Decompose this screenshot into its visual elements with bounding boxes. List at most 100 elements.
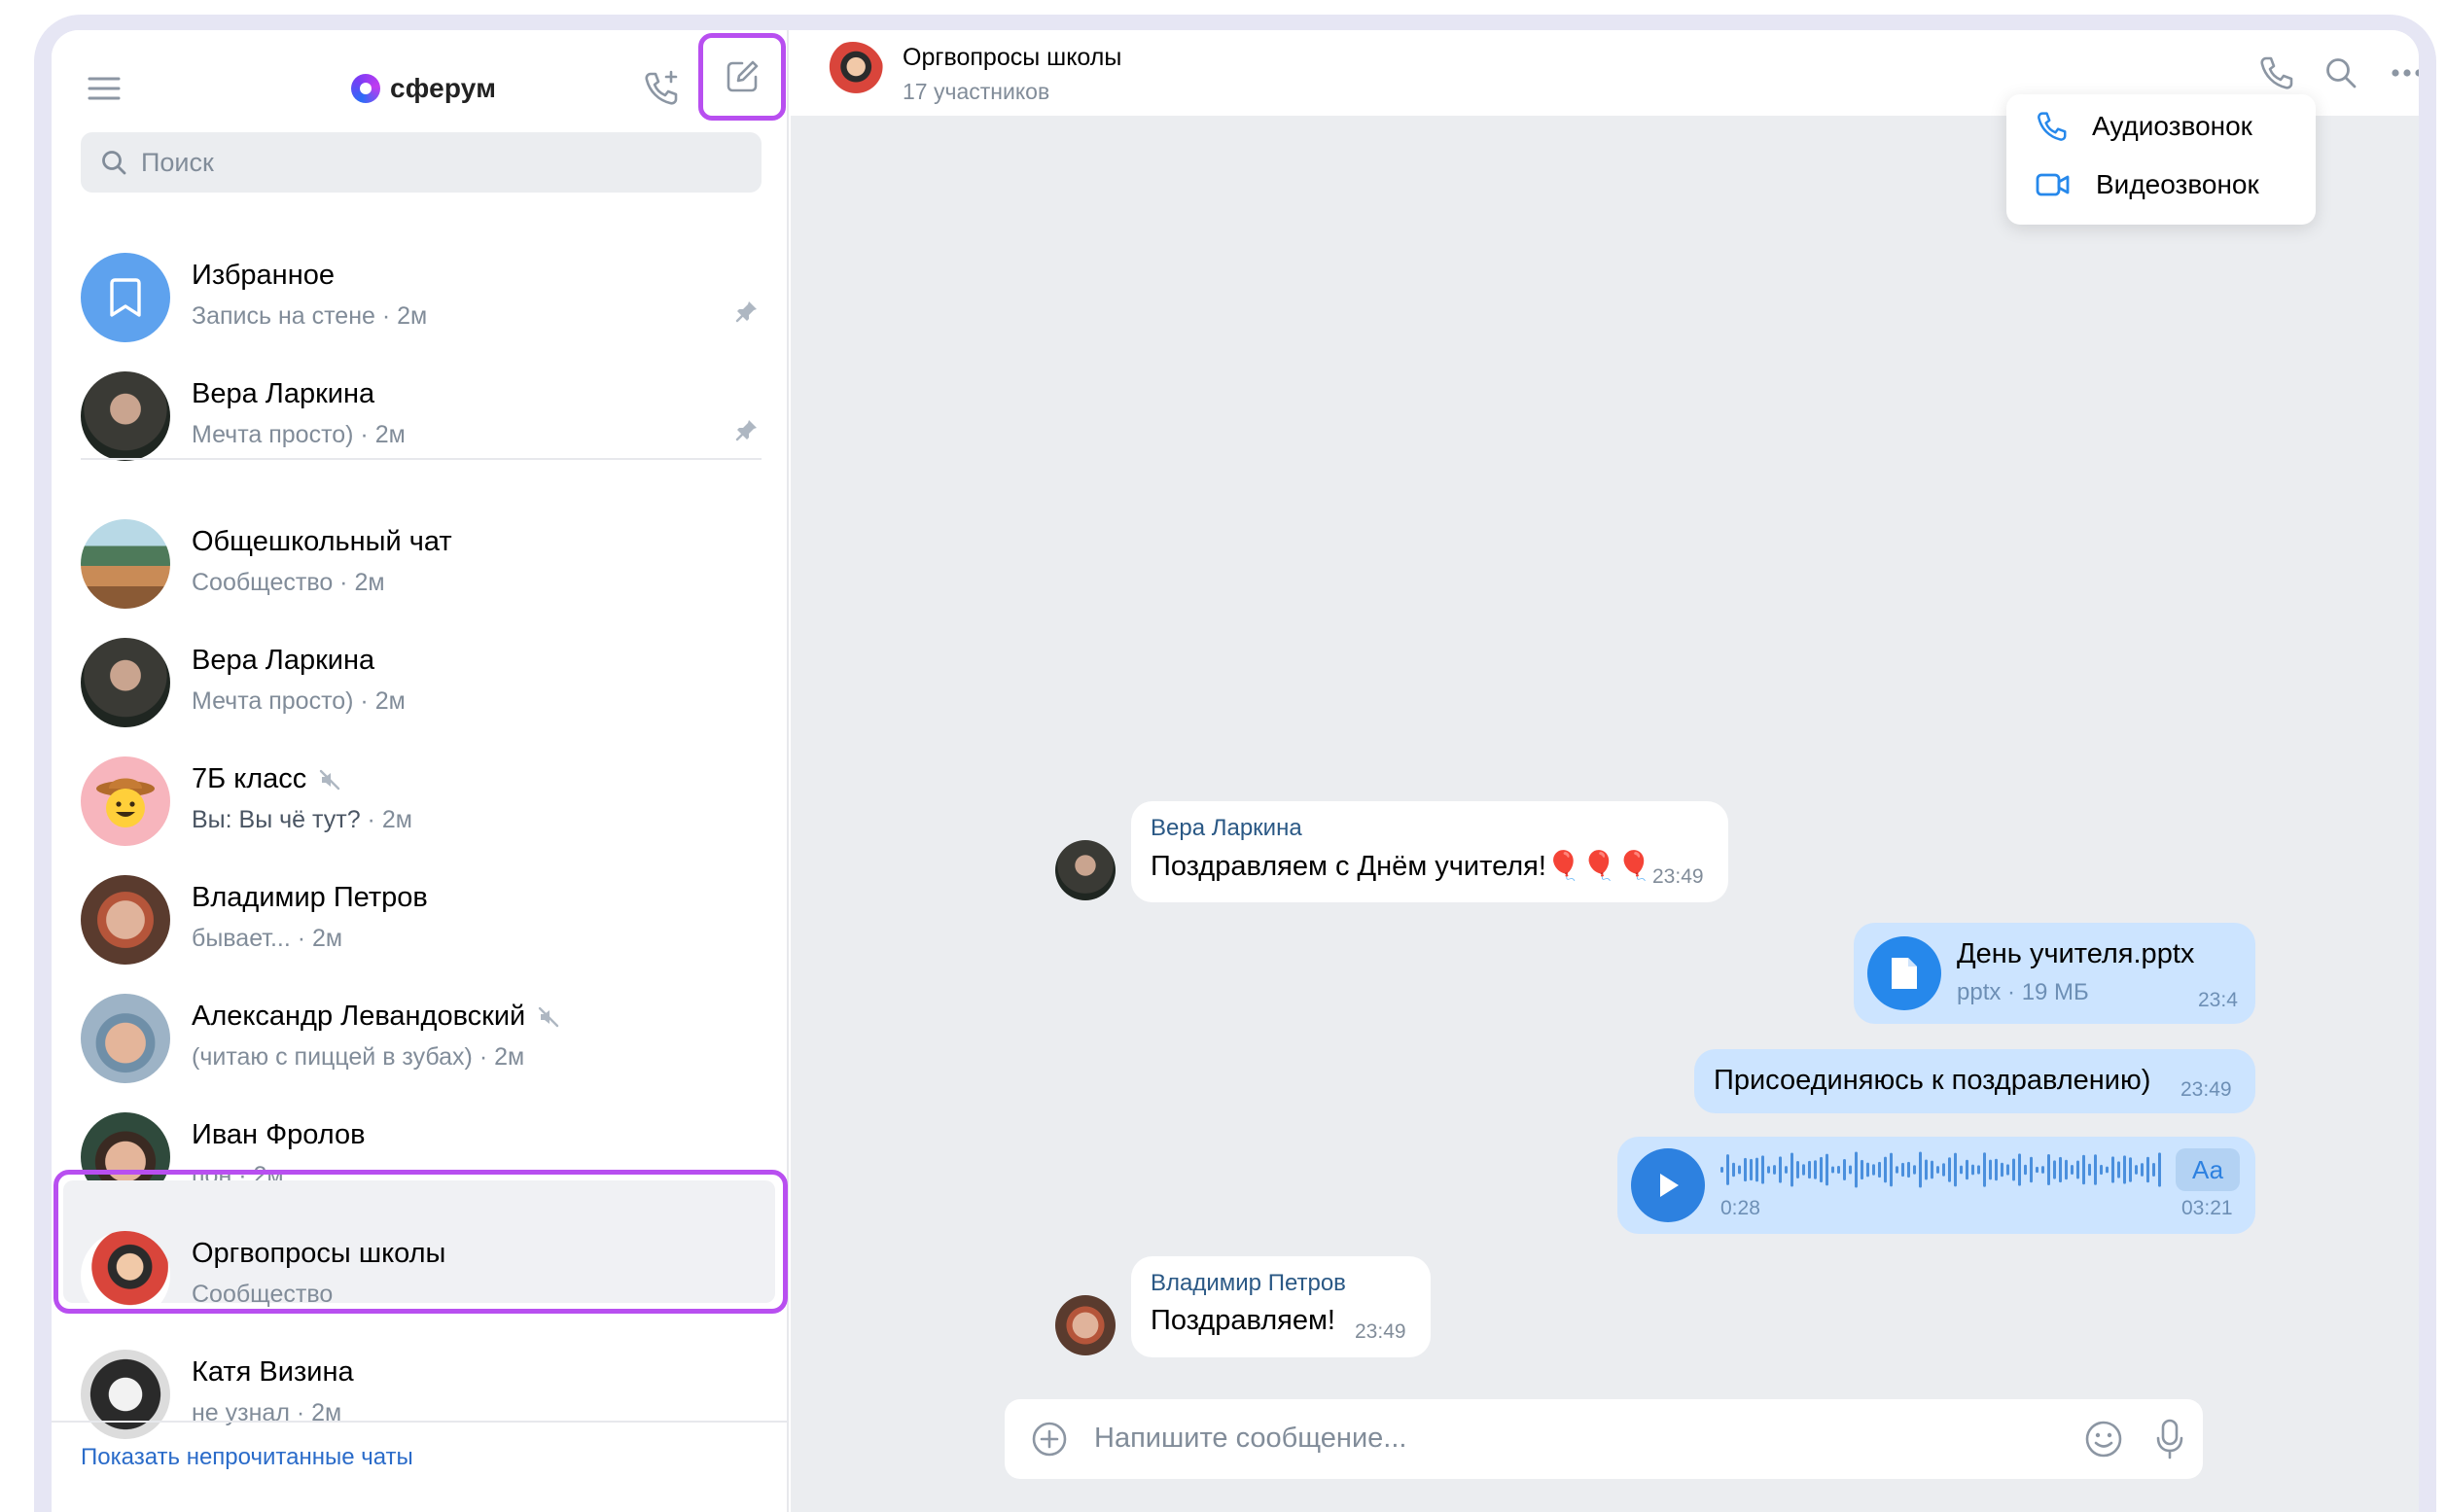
- waveform-bar: [2129, 1157, 2132, 1182]
- chat-name: Владимир Петров: [192, 882, 428, 913]
- file-name: День учителя.pptx: [1957, 938, 2195, 969]
- selection-highlight: [53, 1170, 788, 1314]
- chat-item-alexander[interactable]: Александр Левандовский (читаю с пиццей в…: [52, 979, 789, 1098]
- waveform-bar: [1995, 1158, 1998, 1181]
- emoji-button[interactable]: [2082, 1418, 2125, 1460]
- waveform-bar: [1726, 1154, 1729, 1185]
- call-menu: Аудиозвонок Видеозвонок: [2006, 94, 2316, 225]
- waveform-bar: [1907, 1161, 1910, 1178]
- phone-plus-icon: [645, 70, 678, 105]
- waveform-bar: [2036, 1166, 2038, 1174]
- waveform-bar: [1919, 1151, 1922, 1188]
- waveform-bar: [1826, 1153, 1828, 1186]
- message-bubble: Вера Ларкина Поздравляем с Днём учителя!…: [1131, 801, 1728, 902]
- waveform-bar: [1866, 1162, 1869, 1178]
- attach-button[interactable]: [1028, 1418, 1071, 1460]
- search-placeholder: Поиск: [141, 147, 214, 177]
- play-button[interactable]: [1631, 1148, 1705, 1222]
- message-author[interactable]: Вера Ларкина: [1151, 815, 1302, 842]
- waveform-bar: [1796, 1160, 1799, 1179]
- transcribe-button[interactable]: Аа: [2176, 1148, 2240, 1191]
- voice-message-bubble: 0:28 Аа 03:21: [1617, 1137, 2255, 1234]
- search-icon: [2326, 58, 2357, 88]
- logo-text: сферум: [390, 73, 497, 103]
- footer-divider: [52, 1421, 789, 1423]
- conversation-members[interactable]: 17 участников: [903, 79, 1049, 105]
- message-time: 23:49: [1355, 1320, 1406, 1343]
- audio-call-item[interactable]: Аудиозвонок: [2036, 102, 2252, 151]
- waveform-bar: [1773, 1165, 1776, 1175]
- chat-item-vera[interactable]: Вера Ларкина Мечта просто) · 2м: [52, 623, 789, 742]
- file-meta: pptx · 19 МБ: [1957, 979, 2089, 1005]
- message-input[interactable]: Напишите сообщение...: [1094, 1423, 1406, 1455]
- waveform-bar: [2006, 1164, 2009, 1176]
- file-message-bubble[interactable]: День учителя.pptx pptx · 19 МБ 23:4: [1854, 923, 2255, 1024]
- waveform-bar: [2012, 1158, 2015, 1181]
- pin-icon: [735, 301, 757, 323]
- chat-item-school-chat[interactable]: Общешкольный чат Сообщество · 2м: [52, 505, 789, 623]
- plus-circle-icon: [1032, 1422, 1067, 1457]
- menu-button[interactable]: [83, 67, 125, 110]
- more-button[interactable]: [2386, 52, 2419, 94]
- waveform[interactable]: [1720, 1146, 2164, 1193]
- waveform-bar: [1790, 1152, 1793, 1187]
- message-bubble: Владимир Петров Поздравляем! 23:49: [1131, 1256, 1431, 1357]
- waveform-bar: [1837, 1165, 1840, 1175]
- chat-item-katya[interactable]: Катя Визина не узнал · 2м: [52, 1335, 789, 1454]
- chat-name: Общешкольный чат: [192, 526, 452, 557]
- voice-elapsed: 0:28: [1720, 1197, 1760, 1219]
- video-call-item[interactable]: Видеозвонок: [2036, 160, 2259, 209]
- sender-avatar[interactable]: [1055, 1295, 1116, 1355]
- avatar: [81, 371, 170, 461]
- voice-record-button[interactable]: [2148, 1418, 2191, 1460]
- conversation-avatar[interactable]: [822, 42, 884, 104]
- waveform-bar: [1966, 1159, 1968, 1180]
- waveform-bar: [1785, 1166, 1788, 1174]
- waveform-bar: [2117, 1161, 2120, 1178]
- more-dots-icon: [2392, 69, 2419, 77]
- chat-item-favorites[interactable]: Избранное Запись на стене · 2м: [52, 238, 789, 357]
- waveform-bar: [1960, 1165, 1963, 1175]
- chat-item-vladimir[interactable]: Владимир Петров бывает... · 2м: [52, 861, 789, 979]
- search-messages-button[interactable]: [2320, 52, 2362, 94]
- waveform-bar: [1814, 1160, 1817, 1179]
- audio-call-label: Аудиозвонок: [2092, 111, 2252, 141]
- search-icon: [102, 151, 126, 175]
- call-button[interactable]: [2254, 52, 2297, 94]
- app-window: сферум Поиск Избранное Запись на стене ·…: [52, 30, 2419, 1512]
- search-input[interactable]: Поиск: [81, 132, 762, 193]
- waveform-bar: [1761, 1155, 1764, 1184]
- waveform-bar: [2076, 1160, 2079, 1179]
- show-unread-link[interactable]: Показать непрочитанные чаты: [81, 1444, 413, 1471]
- message-time: 23:49: [1652, 865, 1704, 888]
- waveform-bar: [1732, 1162, 1735, 1178]
- waveform-bar: [2030, 1156, 2033, 1183]
- waveform-bar: [1820, 1156, 1823, 1183]
- waveform-bar: [2106, 1166, 2109, 1174]
- video-call-label: Видеозвонок: [2096, 169, 2259, 199]
- avatar: [81, 875, 170, 965]
- waveform-bar: [2053, 1160, 2056, 1179]
- sender-avatar[interactable]: [1055, 840, 1116, 900]
- new-call-button[interactable]: [638, 65, 685, 112]
- cowboy-emoji-icon: [96, 778, 155, 827]
- message-text: Поздравляем с Днём учителя!🎈🎈🎈: [1151, 851, 1652, 882]
- waveform-bar: [1779, 1156, 1782, 1183]
- message-author[interactable]: Владимир Петров: [1151, 1270, 1346, 1297]
- waveform-bar: [1913, 1165, 1916, 1175]
- waveform-bar: [1989, 1159, 1992, 1180]
- new-chat-button[interactable]: [698, 33, 786, 121]
- document-icon: [1892, 958, 1917, 989]
- waveform-bar: [1849, 1165, 1852, 1175]
- waveform-bar: [1720, 1167, 1723, 1173]
- conversation-title[interactable]: Оргвопросы школы: [903, 44, 1121, 72]
- chat-item-7b-class[interactable]: 7Б класс Вы: Вы чё тут? · 2м: [52, 742, 789, 861]
- waveform-bar: [2146, 1156, 2149, 1183]
- muted-icon: [539, 1007, 559, 1028]
- waveform-bar: [1936, 1166, 1939, 1174]
- avatar: [81, 519, 170, 609]
- waveform-bar: [1808, 1160, 1811, 1179]
- chat-name: Иван Фролов: [192, 1119, 366, 1150]
- phone-icon: [2260, 56, 2293, 89]
- waveform-bar: [2059, 1156, 2062, 1183]
